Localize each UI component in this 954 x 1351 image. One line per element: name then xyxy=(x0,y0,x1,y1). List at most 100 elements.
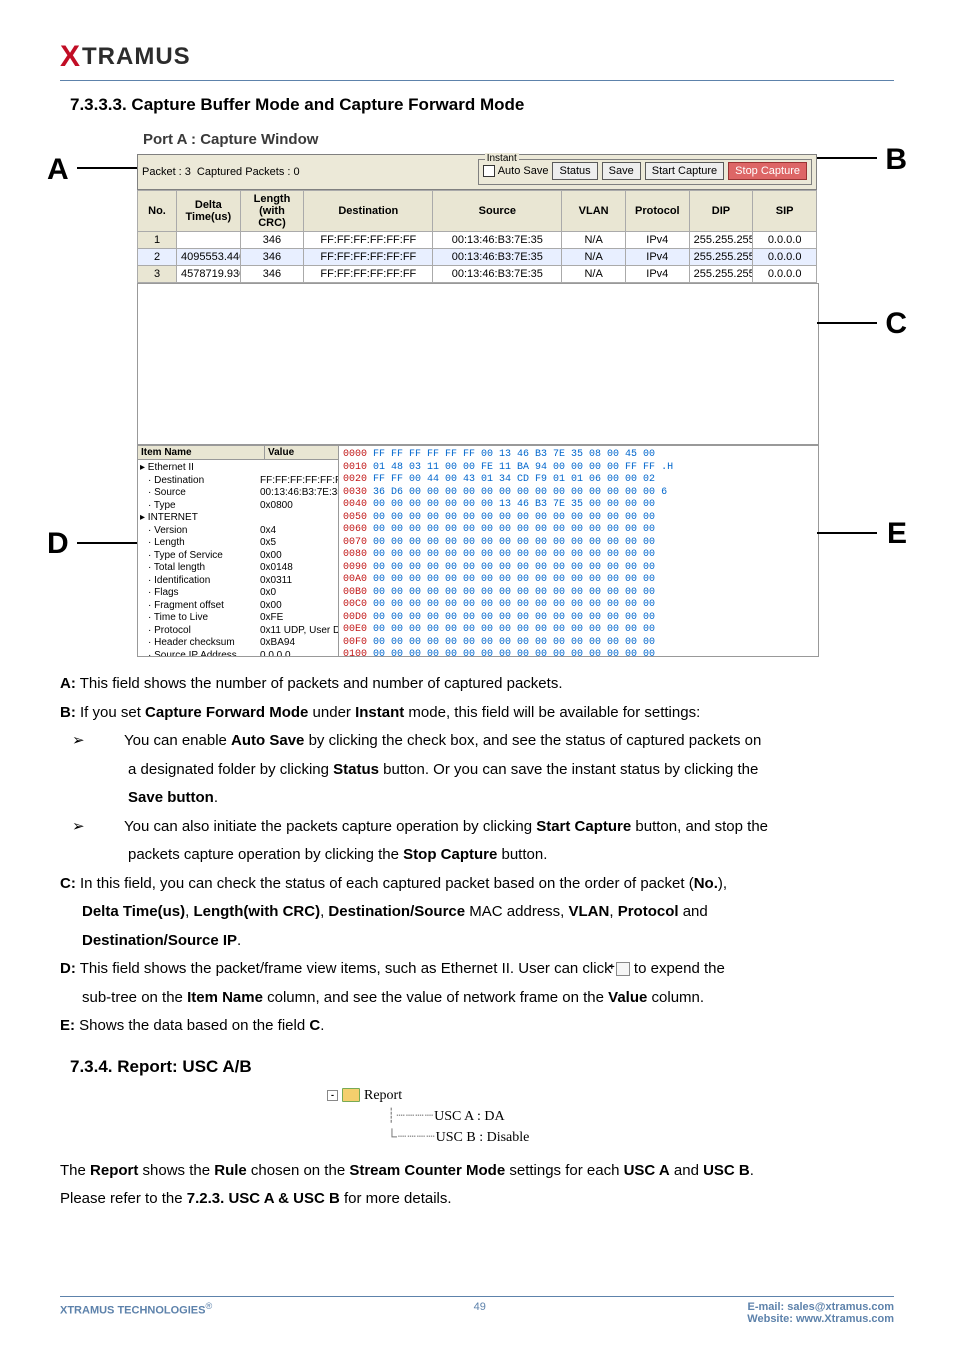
para-d1: D: This field shows the packet/frame vie… xyxy=(60,956,894,982)
logo-x: X xyxy=(60,40,78,74)
tree-item-name[interactable]: · Type of Service xyxy=(140,550,260,563)
tree-item-value: 0x5 xyxy=(260,537,339,550)
cell-sip: 0.0.0.0 xyxy=(753,249,817,266)
tree-item-name[interactable]: · Destination xyxy=(140,475,260,488)
report-p1: The Report shows the Rule chosen on the … xyxy=(60,1158,894,1184)
cell-dest: FF:FF:FF:FF:FF:FF xyxy=(304,266,433,283)
tree-item-name[interactable]: · Type xyxy=(140,500,260,513)
cell-no: 2 xyxy=(138,249,177,266)
table-row[interactable]: 1346FF:FF:FF:FF:FF:FF00:13:46:B3:7E:35N/… xyxy=(138,232,817,249)
tree-item-name[interactable]: · Protocol xyxy=(140,625,260,638)
cell-vlan: N/A xyxy=(562,232,626,249)
instant-legend: Instant xyxy=(485,153,519,164)
instant-group: Instant Auto Save Status Save Start Capt… xyxy=(478,159,812,185)
para-b1c: Save button. xyxy=(60,785,894,811)
cell-delta xyxy=(177,232,241,249)
captured-packets-label: Captured Packets : 0 xyxy=(197,166,300,178)
col-no: No. xyxy=(138,191,177,232)
tree-item-name[interactable]: · Fragment offset xyxy=(140,600,260,613)
col-len: Length (with CRC) xyxy=(240,191,304,232)
tree-col-name: Item Name xyxy=(138,446,265,459)
col-vlan: VLAN xyxy=(562,191,626,232)
figure-capture-window: A B C D E Port A : Capture Window Packet… xyxy=(77,127,877,657)
stop-capture-button[interactable]: Stop Capture xyxy=(728,162,807,180)
footer-left: XTRAMUS TECHNOLOGIES® xyxy=(60,1301,212,1325)
tree-item-name[interactable]: · Length xyxy=(140,537,260,550)
tree-item-value xyxy=(260,462,339,475)
cell-proto: IPv4 xyxy=(625,232,689,249)
cell-delta: 4095553.440 xyxy=(177,249,241,266)
save-button[interactable]: Save xyxy=(602,162,641,180)
col-sip: SIP xyxy=(753,191,817,232)
cell-src: 00:13:46:B3:7E:35 xyxy=(433,249,562,266)
tree-item-value: FF:FF:FF:FF:FF:FF xyxy=(260,475,339,488)
tree-item-value: 0x0311 xyxy=(260,575,339,588)
para-b1a: ➢You can enable Auto Save by clicking th… xyxy=(60,728,894,754)
cell-proto: IPv4 xyxy=(625,266,689,283)
col-proto: Protocol xyxy=(625,191,689,232)
cell-vlan: N/A xyxy=(562,266,626,283)
callout-b: B xyxy=(885,143,907,177)
table-row[interactable]: 34578719.930346FF:FF:FF:FF:FF:FF00:13:46… xyxy=(138,266,817,283)
para-e: E: Shows the data based on the field C. xyxy=(60,1013,894,1039)
tree-item-name[interactable]: · Source IP Address xyxy=(140,650,260,657)
auto-save-checkbox[interactable]: Auto Save xyxy=(483,165,549,177)
tree-leaf-1-label: USC A : DA xyxy=(434,1109,504,1124)
tree-item-value: 0x00 xyxy=(260,550,339,563)
callout-a: A xyxy=(47,153,69,187)
window-title: Port A : Capture Window xyxy=(137,127,877,154)
para-b2a: ➢You can also initiate the packets captu… xyxy=(60,814,894,840)
para-b: B: If you set Capture Forward Mode under… xyxy=(60,700,894,726)
body-text: A: This field shows the number of packet… xyxy=(60,671,894,1039)
cell-src: 00:13:46:B3:7E:35 xyxy=(433,266,562,283)
callout-d-line xyxy=(77,542,137,544)
tree-item-value: 0x0 xyxy=(260,587,339,600)
status-button[interactable]: Status xyxy=(552,162,597,180)
tree-item-name[interactable]: · Source xyxy=(140,487,260,500)
cell-dip: 255.255.255.255 xyxy=(689,232,753,249)
cell-dest: FF:FF:FF:FF:FF:FF xyxy=(304,232,433,249)
report-paragraph: The Report shows the Rule chosen on the … xyxy=(60,1158,894,1212)
tree-item-name[interactable]: · Version xyxy=(140,525,260,538)
para-a: A: This field shows the number of packet… xyxy=(60,671,894,697)
tree-item-name[interactable]: · Header checksum xyxy=(140,637,260,650)
cell-delta: 4578719.930 xyxy=(177,266,241,283)
tree-col-value: Value xyxy=(265,446,338,459)
callout-d: D xyxy=(47,527,69,561)
control-bar: Packet : 3 Captured Packets : 0 Instant … xyxy=(137,154,817,190)
start-capture-button[interactable]: Start Capture xyxy=(645,162,724,180)
capture-status-area xyxy=(137,283,819,445)
col-src: Source xyxy=(433,191,562,232)
section-title: 7.3.3.3. Capture Buffer Mode and Capture… xyxy=(70,95,894,115)
callout-c: C xyxy=(885,307,907,341)
header-divider xyxy=(60,80,894,81)
frame-tree-pane: Item Name Value ▸ Ethernet II· Destinati… xyxy=(138,446,339,656)
table-row[interactable]: 24095553.440346FF:FF:FF:FF:FF:FF00:13:46… xyxy=(138,249,817,266)
cell-dest: FF:FF:FF:FF:FF:FF xyxy=(304,249,433,266)
callout-b-line xyxy=(817,157,877,159)
callout-e-line xyxy=(817,532,877,534)
tree-item-name[interactable]: ▸ INTERNET xyxy=(140,512,260,525)
footer-page-number: 49 xyxy=(450,1301,510,1325)
cell-len: 346 xyxy=(240,266,304,283)
auto-save-label: Auto Save xyxy=(498,165,549,177)
tree-item-name[interactable]: · Identification xyxy=(140,575,260,588)
col-dip: DIP xyxy=(689,191,753,232)
tree-item-name[interactable]: · Flags xyxy=(140,587,260,600)
cell-proto: IPv4 xyxy=(625,249,689,266)
cell-no: 1 xyxy=(138,232,177,249)
tree-item-name[interactable]: ▸ Ethernet II xyxy=(140,462,260,475)
table-header-row: No. Delta Time(us) Length (with CRC) Des… xyxy=(138,191,817,232)
para-d2: sub-tree on the Item Name column, and se… xyxy=(60,985,894,1011)
folder-icon xyxy=(342,1088,360,1102)
tree-root: -Report xyxy=(327,1085,627,1106)
tree-item-value: 0x11 UDP, User Datagram Protocol xyxy=(260,625,339,638)
tree-leaf-2: └┈┈┈┈USC B : Disable xyxy=(327,1127,627,1148)
subsection-title: 7.3.4. Report: USC A/B xyxy=(70,1057,894,1077)
tree-item-name[interactable]: · Total length xyxy=(140,562,260,575)
tree-root-label: Report xyxy=(364,1088,402,1103)
tree-item-value: 0.0.0.0 xyxy=(260,650,339,657)
cell-sip: 0.0.0.0 xyxy=(753,232,817,249)
col-delta: Delta Time(us) xyxy=(177,191,241,232)
tree-item-name[interactable]: · Time to Live xyxy=(140,612,260,625)
